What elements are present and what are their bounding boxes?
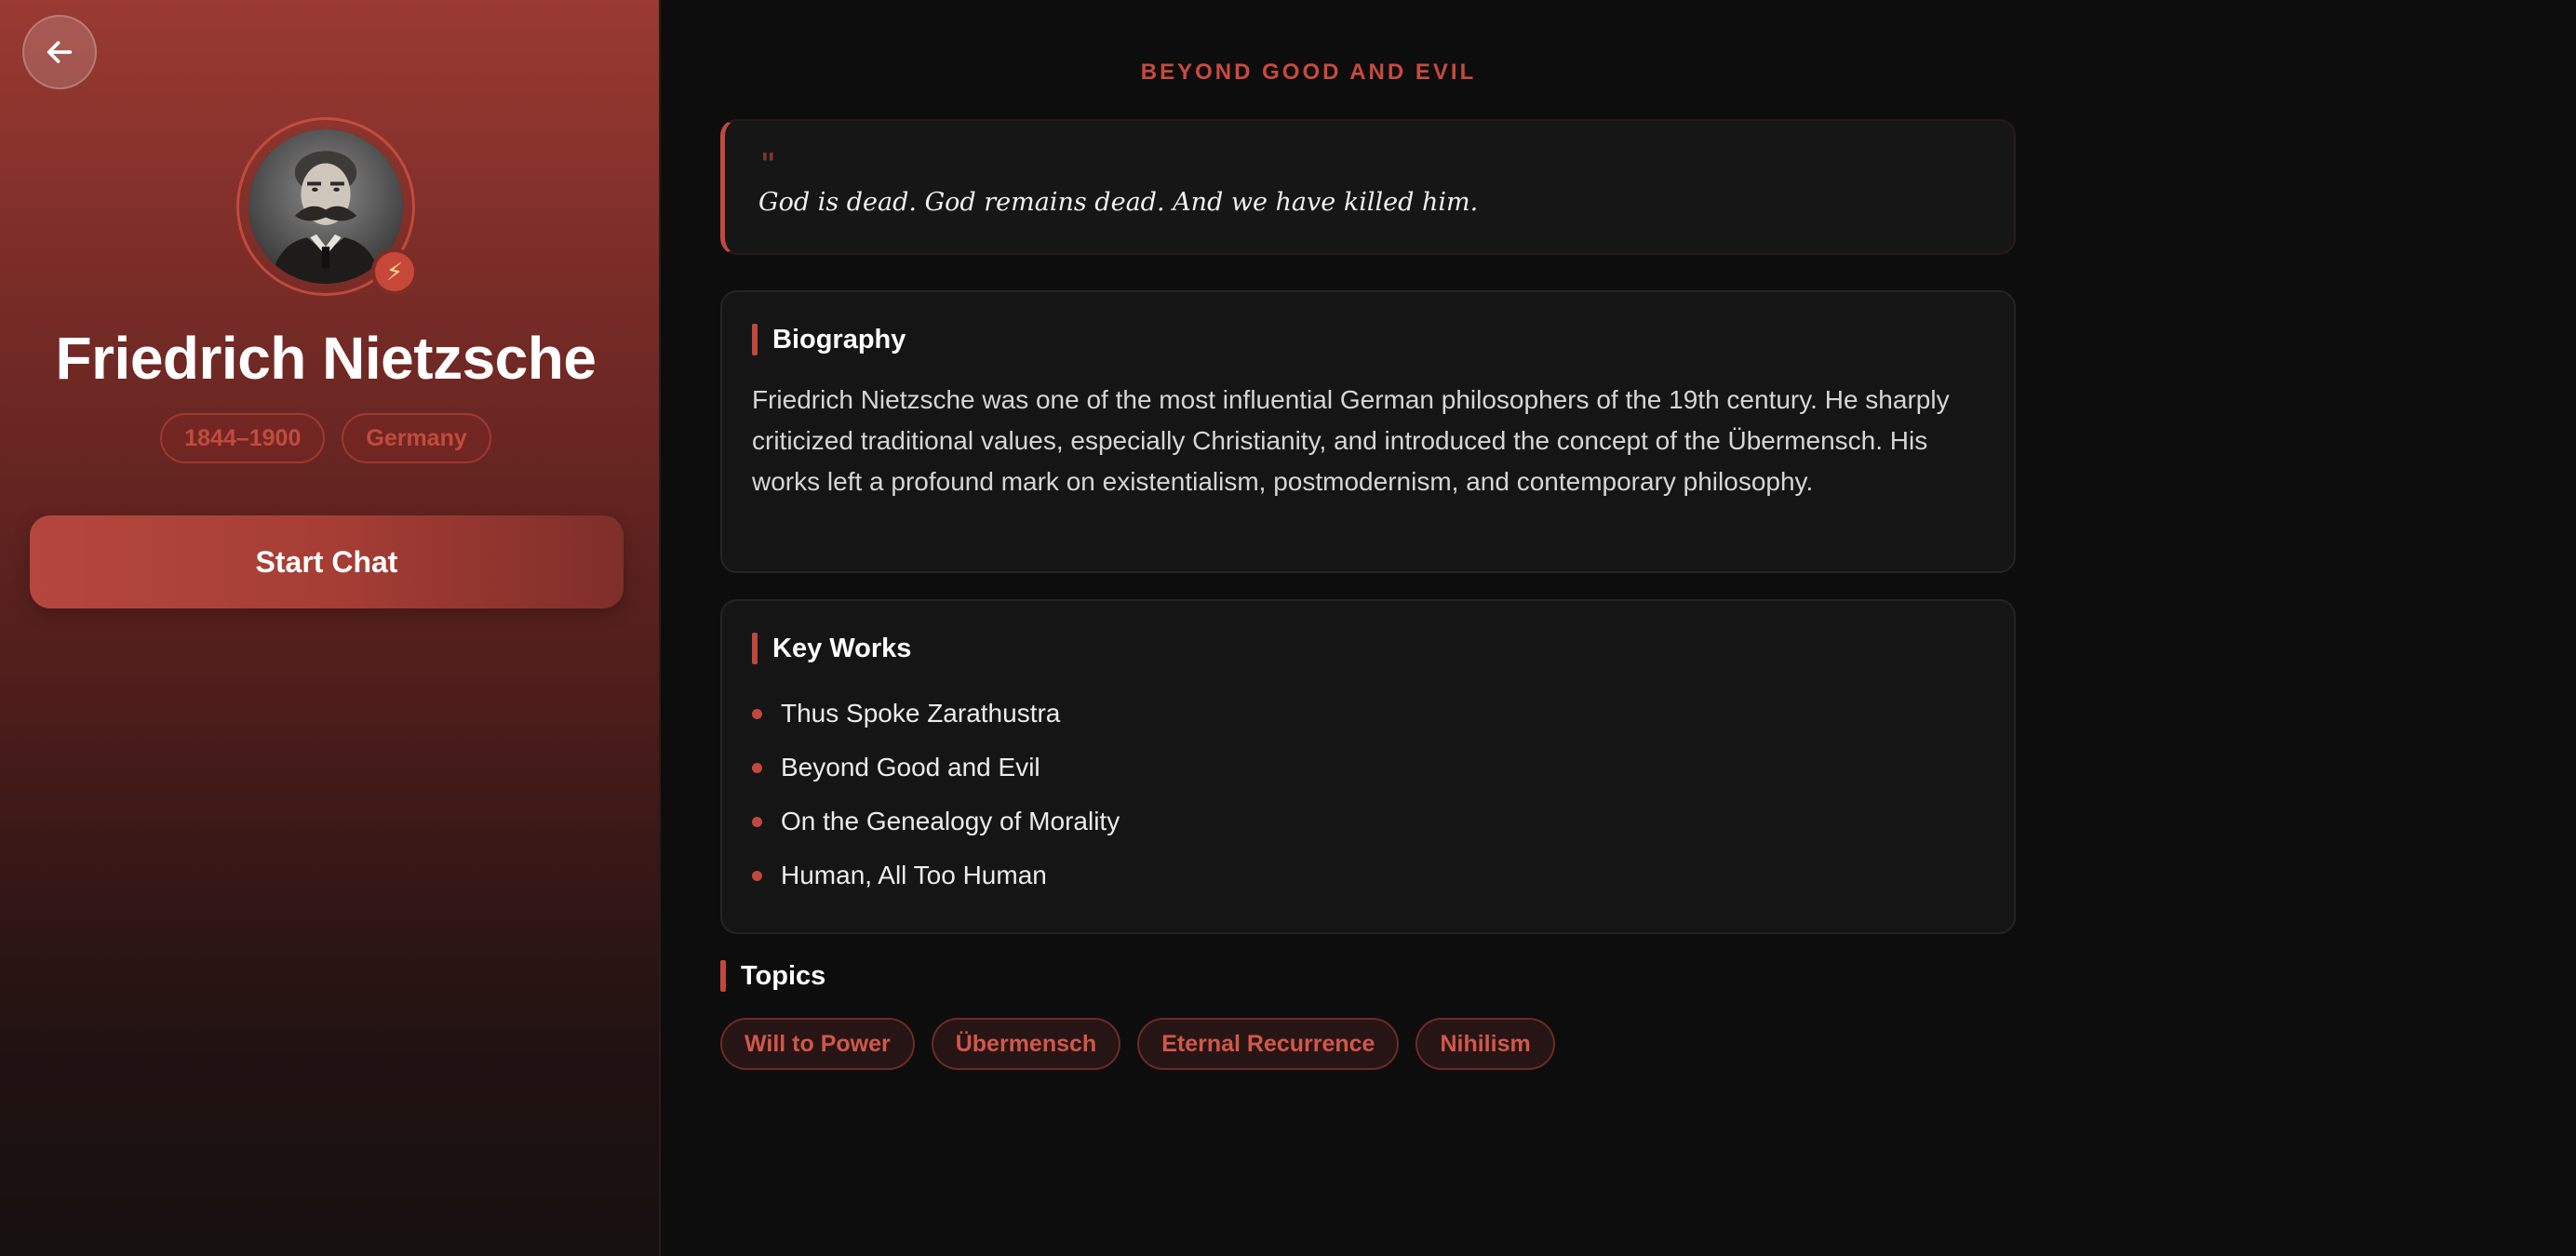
bullet-icon: [752, 870, 762, 881]
work-title: Thus Spoke Zarathustra: [781, 699, 1061, 728]
work-title: Human, All Too Human: [781, 861, 1047, 889]
country-badge: Germany: [342, 413, 491, 463]
topic-tag[interactable]: Eternal Recurrence: [1137, 1018, 1400, 1070]
list-item: Beyond Good and Evil: [752, 741, 1120, 795]
section-accent-bar: [720, 960, 726, 992]
topic-tag[interactable]: Übermensch: [931, 1018, 1121, 1070]
start-chat-button[interactable]: Start Chat: [30, 515, 624, 608]
bullet-icon: [752, 708, 762, 719]
key-works-list: Thus Spoke Zarathustra Beyond Good and E…: [752, 687, 1120, 902]
key-works-card: Key Works Thus Spoke Zarathustra Beyond …: [720, 599, 2016, 934]
quote-card: " God is dead. God remains dead. And we …: [720, 119, 2016, 255]
list-item: Thus Spoke Zarathustra: [752, 687, 1120, 741]
bullet-icon: [752, 762, 762, 773]
main-content: BEYOND GOOD AND EVIL " God is dead. God …: [661, 0, 2576, 1256]
list-item: Human, All Too Human: [752, 848, 1120, 902]
biography-text: Friedrich Nietzsche was one of the most …: [752, 385, 1950, 496]
back-button[interactable]: [22, 15, 97, 89]
section-accent-bar: [752, 324, 758, 355]
quote-text: God is dead. God remains dead. And we ha…: [758, 188, 1479, 217]
biography-title: Biography: [772, 324, 906, 354]
biography-card: Biography Friedrich Nietzsche was one of…: [720, 290, 2016, 573]
app-root: ⚡ Friedrich Nietzsche 1844–1900 Germany …: [0, 0, 2576, 1256]
key-works-heading: Key Works: [752, 633, 911, 664]
topic-tag[interactable]: Nihilism: [1415, 1018, 1555, 1070]
list-item: On the Genealogy of Morality: [752, 795, 1120, 848]
topics-heading: Topics: [720, 960, 825, 992]
years-badge: 1844–1900: [160, 413, 326, 463]
meta-row: 1844–1900 Germany: [0, 413, 651, 463]
lightning-bolt-icon: ⚡: [371, 248, 418, 295]
philosopher-name: Friedrich Nietzsche: [55, 325, 597, 392]
topics-list: Will to Power Übermensch Eternal Recurre…: [720, 1018, 1555, 1070]
quote-source: BEYOND GOOD AND EVIL: [1140, 60, 1477, 85]
work-title: Beyond Good and Evil: [781, 753, 1040, 782]
quote-mark-icon: ": [760, 146, 776, 181]
bullet-icon: [752, 816, 762, 827]
biography-heading: Biography: [752, 324, 906, 355]
topic-tag[interactable]: Will to Power: [720, 1018, 915, 1070]
avatar-ring: ⚡: [236, 117, 418, 296]
profile-sidebar: ⚡ Friedrich Nietzsche 1844–1900 Germany …: [0, 0, 661, 1256]
work-title: On the Genealogy of Morality: [781, 807, 1120, 835]
section-accent-bar: [752, 633, 758, 664]
arrow-left-icon: [47, 41, 73, 63]
key-works-title: Key Works: [772, 633, 912, 663]
topics-title: Topics: [741, 960, 826, 991]
